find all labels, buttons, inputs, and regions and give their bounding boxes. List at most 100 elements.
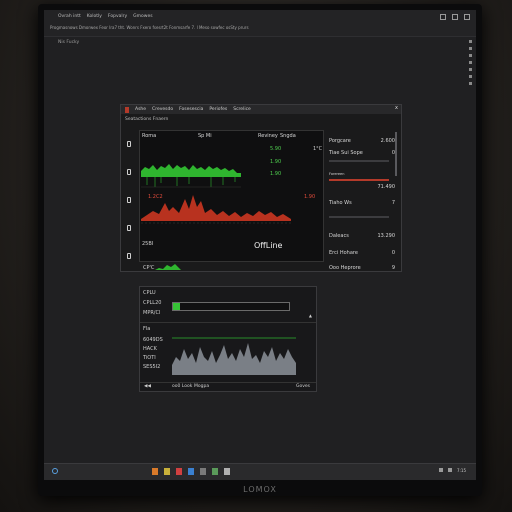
cpu-label: MPR/CI <box>143 310 161 316</box>
tab-screlice[interactable]: Screlice <box>230 107 254 112</box>
stat-label: Erci Hohare <box>329 250 358 256</box>
app-icon[interactable] <box>164 468 170 475</box>
app-icon[interactable] <box>188 468 194 475</box>
stat-value: 9 <box>391 265 395 271</box>
side-icon-column <box>127 141 131 259</box>
process-item[interactable]: TiOTI <box>143 355 156 361</box>
device-icon[interactable] <box>127 141 131 147</box>
green-value: 5.90 <box>270 146 282 152</box>
device-icon[interactable] <box>127 169 131 175</box>
taskbar: 7:15 <box>44 463 476 480</box>
green-activity-graph <box>141 164 241 188</box>
unit-label: 1°C <box>313 146 323 152</box>
device-icon[interactable] <box>127 253 131 259</box>
cpu-history-graph <box>172 337 296 375</box>
tab-fosesescia[interactable]: Fosesescia <box>176 107 206 112</box>
cpu-footer: ◀◀ oo0 Look Mogpa Goves <box>140 382 316 391</box>
goves-button[interactable]: Goves <box>296 384 310 389</box>
tab-ashe[interactable]: Ashe <box>132 107 149 112</box>
graph-panel: Roma Sp Mi Reviney Sngda 5.90 1.90 1.90 … <box>139 130 324 262</box>
app-icon[interactable] <box>176 468 182 475</box>
stat-value: 71.490 <box>377 184 396 190</box>
system-tray: 7:15 <box>439 468 466 473</box>
process-item[interactable]: 6049DS <box>143 337 163 343</box>
stat-value: 7 <box>391 200 395 206</box>
close-icon[interactable] <box>464 14 470 20</box>
stat-label: Tiae Sui Sope <box>329 150 363 156</box>
stat-label: Porgcare <box>329 138 351 144</box>
col-header: Sp Mi <box>198 133 212 139</box>
monitor-brand: LOMOX <box>243 485 277 494</box>
cpu-usage-bar <box>172 302 290 311</box>
volume-icon[interactable] <box>448 468 453 472</box>
maximize-icon[interactable] <box>452 14 458 20</box>
menu-item[interactable]: Kolotly <box>87 14 102 19</box>
dashboard-tabs: Ashe Crevesdo Fosesescia Periofes Screli… <box>121 105 401 114</box>
right-scroll-indicators[interactable] <box>469 40 472 120</box>
menu-bar: Ovrah intt Kolotly Fopvalry Gmowes <box>58 14 153 19</box>
toolbar[interactable]: Progmasnows Dmorwex Feor Ira7 tht. Wonrs… <box>50 25 249 30</box>
stat-value: 13.290 <box>377 233 396 239</box>
menu-item[interactable]: Fopvalry <box>108 14 127 19</box>
green-value: 1.90 <box>270 171 282 177</box>
small-graph-label: CP'C <box>143 265 155 271</box>
process-item[interactable]: HACK <box>143 346 157 352</box>
stat-bar-red <box>329 179 389 181</box>
stats-panel: Porgcare 2.600 Tiae Sui Sope 0 Forereen 71… <box>329 130 397 270</box>
cpu-usage-section: CPLU CPLL20 MPR/CI ▲ <box>140 287 316 323</box>
process-item[interactable]: SES5I2 <box>143 364 160 370</box>
lock-button[interactable]: oo0 Look <box>172 384 192 389</box>
taskbar-apps <box>152 468 230 475</box>
app-topbar: Ovrah intt Kolotly Fopvalry Gmowes Progm… <box>44 10 476 37</box>
status-hint: Nis Fucky <box>58 40 80 45</box>
window-controls <box>440 14 470 20</box>
red-activity-graph <box>141 195 291 224</box>
app-icon[interactable] <box>224 468 230 475</box>
red-value: 1.90 <box>304 194 316 200</box>
cpu-label: CPLU <box>143 290 156 296</box>
col-header: Reviney <box>258 133 278 139</box>
minimize-icon[interactable] <box>440 14 446 20</box>
device-icon[interactable] <box>127 225 131 231</box>
cpu-label: CPLL20 <box>143 300 162 306</box>
stat-value: 0 <box>391 250 395 256</box>
stat-value: 0 <box>391 150 395 156</box>
stat-row: Ooo Heprore 9 <box>329 265 395 271</box>
menu-item[interactable]: Ovrah intt <box>58 14 81 19</box>
col-header: Sngda <box>280 133 296 139</box>
app-icon[interactable] <box>200 468 206 475</box>
monitor-screen: Ovrah intt Kolotly Fopvalry Gmowes Progm… <box>44 10 476 480</box>
cpu-window: CPLU CPLL20 MPR/CI ▲ Fla 6049DS HACK TiO… <box>139 286 317 392</box>
device-icon[interactable] <box>127 197 131 203</box>
offline-status: OffLine <box>254 241 283 250</box>
stat-bar <box>329 216 389 218</box>
app-icon[interactable] <box>152 468 158 475</box>
start-icon[interactable] <box>52 468 58 474</box>
collapse-caret-icon[interactable]: ▲ <box>309 313 312 318</box>
axis-label: 25BI <box>142 241 154 247</box>
network-icon[interactable] <box>439 468 444 472</box>
clock[interactable]: 7:15 <box>457 468 466 473</box>
stat-label: Ooo Heprore <box>329 265 361 271</box>
col-header: Roma <box>142 133 157 139</box>
mogpa-button[interactable]: Mogpa <box>194 384 209 389</box>
tab-periofes[interactable]: Periofes <box>206 107 230 112</box>
stat-label: Daleacs <box>329 233 349 239</box>
stat-value: 2.600 <box>380 138 395 144</box>
stats-scrollbar[interactable] <box>395 132 397 176</box>
back-button[interactable]: ◀◀ <box>144 384 151 389</box>
stat-bar <box>329 160 389 162</box>
green-value: 1.90 <box>270 159 282 165</box>
process-header: Fla <box>143 326 151 332</box>
small-green-graph <box>155 264 181 270</box>
cpu-usage-fill <box>173 303 180 310</box>
stat-label: Forereen <box>329 172 345 176</box>
tab-crevesdo[interactable]: Crevesdo <box>149 107 176 112</box>
dashboard-close-button[interactable]: x <box>395 105 398 111</box>
menu-item[interactable]: Gmowes <box>133 14 152 19</box>
dashboard-subtitle: Seatactions Fnaern <box>125 117 169 122</box>
app-icon[interactable] <box>212 468 218 475</box>
stat-label: Tiaho Ws <box>329 200 352 206</box>
dashboard-window: Ashe Crevesdo Fosesescia Periofes Screli… <box>120 104 402 272</box>
app-icon <box>125 106 129 113</box>
